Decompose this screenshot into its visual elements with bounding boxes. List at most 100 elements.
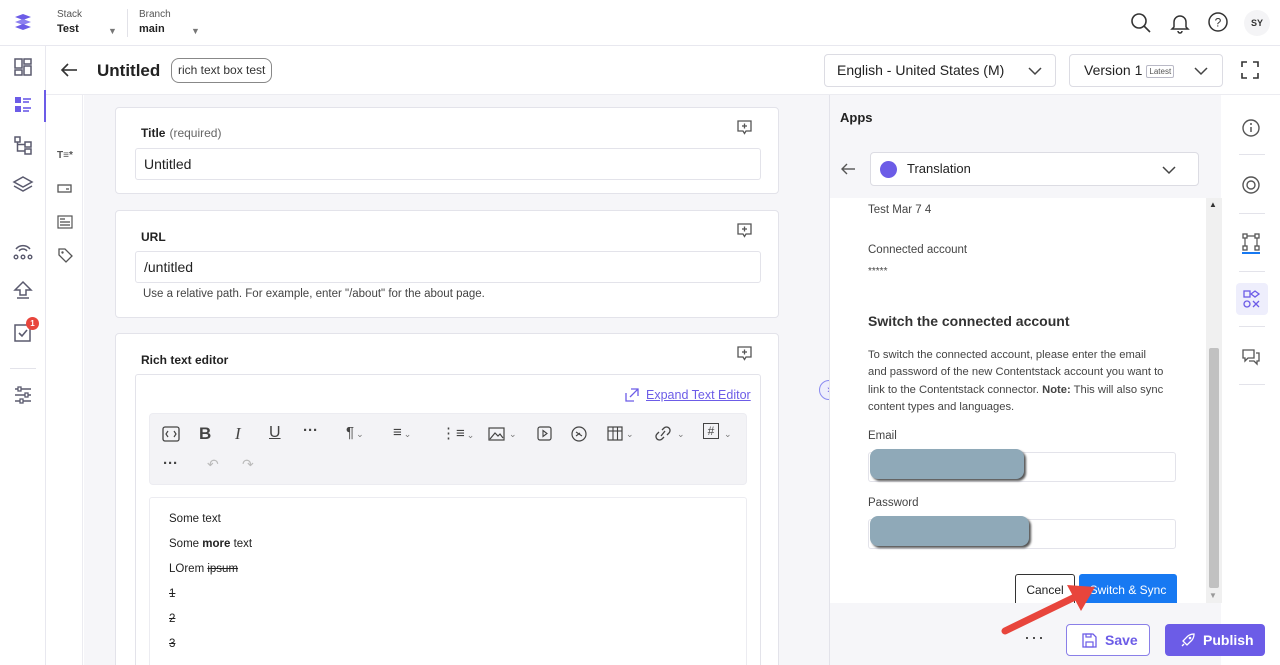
help-icon[interactable]: ? — [1207, 11, 1229, 33]
publish-button[interactable]: Publish — [1165, 624, 1265, 656]
fullscreen-icon[interactable] — [1241, 61, 1259, 79]
page-title: Untitled — [97, 61, 161, 80]
divider — [1239, 213, 1265, 214]
locale-selector[interactable]: English - United States (M) — [824, 54, 1056, 87]
table-caret-icon[interactable]: ⌄ — [624, 424, 634, 441]
info-icon[interactable] — [1241, 118, 1261, 138]
rte-field-label: Rich text editor — [141, 353, 229, 367]
chevron-down-icon — [1162, 166, 1176, 175]
table-icon[interactable] — [607, 426, 623, 441]
add-comment-icon[interactable] — [736, 345, 753, 362]
entry-editor: Title (required) Untitled URL /untitled U… — [84, 95, 829, 665]
tag-icon[interactable] — [57, 247, 73, 263]
strikethrough-text-span: ipsum — [207, 563, 239, 575]
comments-icon[interactable] — [1241, 347, 1261, 367]
align-icon[interactable]: ≡ ⌄ — [393, 424, 411, 441]
save-label: Save — [1105, 632, 1138, 648]
image-icon[interactable] — [488, 427, 505, 441]
more-options-icon[interactable]: ··· — [163, 455, 178, 472]
link-caret-icon[interactable]: ⌄ — [675, 424, 685, 441]
target-icon[interactable] — [1241, 175, 1261, 195]
version-selector[interactable]: Version 1 Latest — [1069, 54, 1223, 87]
paragraph-icon[interactable]: ¶ ⌄ — [346, 424, 364, 441]
undo-icon[interactable]: ↶ — [207, 456, 219, 473]
app-selector[interactable]: Translation — [870, 152, 1199, 186]
entries-icon[interactable] — [12, 94, 34, 116]
top-bar: Stack Test ▼ Branch main ▼ ? SY — [0, 0, 1280, 46]
add-comment-icon[interactable] — [736, 222, 753, 239]
password-input[interactable] — [868, 516, 1176, 549]
left-nav-rail: 1 — [0, 46, 46, 665]
redo-icon[interactable]: ↷ — [242, 456, 254, 473]
list-icon[interactable]: ⋮≡ ⌄ — [441, 424, 474, 442]
back-arrow-icon[interactable] — [60, 62, 78, 78]
bell-icon[interactable] — [1169, 12, 1191, 34]
underline-icon[interactable]: U — [269, 424, 281, 442]
avatar[interactable]: SY — [1244, 10, 1270, 36]
scroll-up-icon[interactable]: ▲ — [1209, 200, 1217, 209]
rocket-icon — [1181, 633, 1195, 647]
stack-selector[interactable]: Stack Test — [57, 9, 82, 35]
search-icon[interactable] — [1130, 12, 1152, 34]
content-models-icon[interactable] — [12, 134, 34, 156]
contentstack-logo[interactable] — [12, 11, 34, 33]
stack-label: Stack — [57, 9, 83, 20]
url-help-text: Use a relative path. For example, enter … — [143, 288, 485, 300]
url-input[interactable]: /untitled — [135, 251, 761, 283]
settings-sliders-icon[interactable] — [12, 384, 34, 406]
divider — [1239, 326, 1265, 327]
deploy-icon[interactable] — [12, 279, 34, 301]
entry-tag[interactable]: rich text box test — [171, 58, 273, 83]
rte-field-icon[interactable] — [57, 215, 73, 229]
latest-badge: Latest — [1146, 64, 1175, 78]
scrollbar-thumb[interactable] — [1209, 348, 1219, 588]
title-input[interactable]: Untitled — [135, 148, 761, 180]
chevron-down-icon[interactable]: ▼ — [108, 26, 117, 36]
apps-scrollbar[interactable]: ▲ ▼ — [1206, 198, 1222, 603]
app-content: Test Mar 7 4 Connected account ***** Swi… — [830, 198, 1206, 603]
apps-tab-active-bg[interactable] — [1236, 283, 1268, 315]
apps-icon — [1243, 290, 1261, 308]
text-span: text — [230, 538, 253, 550]
hashtag-icon[interactable]: # — [703, 423, 719, 439]
code-block-icon[interactable] — [162, 426, 180, 442]
rte-content-area[interactable]: Some text Some more text LOrem ipsum 1 2… — [149, 497, 747, 665]
url-field-card: URL /untitled Use a relative path. For e… — [115, 210, 779, 318]
video-icon[interactable] — [537, 426, 552, 441]
email-input[interactable] — [868, 449, 1176, 482]
editor-line: Some text — [169, 513, 221, 525]
required-note: (required) — [169, 126, 222, 140]
divider — [10, 368, 36, 369]
releases-icon[interactable] — [12, 239, 34, 261]
right-rail — [1222, 95, 1280, 665]
expand-text-editor-link[interactable]: Expand Text Editor — [646, 388, 751, 402]
italic-icon[interactable]: I — [235, 424, 241, 444]
add-comment-icon[interactable] — [736, 119, 753, 136]
divider — [127, 9, 128, 37]
bold-icon[interactable]: B — [199, 424, 211, 444]
hashtag-caret-icon[interactable]: ⌄ — [722, 424, 732, 441]
workflow-icon[interactable] — [1241, 232, 1261, 252]
version-value: Version 1 — [1084, 62, 1143, 78]
chevron-down-icon[interactable]: ▼ — [191, 26, 200, 36]
branch-selector[interactable]: Branch main — [139, 9, 171, 35]
back-arrow-icon[interactable] — [840, 162, 856, 176]
text-span: LOrem — [169, 563, 208, 575]
dashboard-icon[interactable] — [12, 56, 34, 78]
switch-account-description: To switch the connected account, please … — [868, 347, 1164, 417]
redacted-email — [870, 449, 1024, 479]
url-field-icon[interactable] — [57, 183, 73, 195]
text-field-icon[interactable]: T≡* — [57, 150, 73, 161]
image-caret-icon[interactable]: ⌄ — [507, 424, 517, 441]
stack-value: Test — [57, 23, 79, 35]
redacted-password — [870, 516, 1029, 546]
editor-line: LOrem ipsum — [169, 563, 238, 575]
expand-icon[interactable] — [625, 388, 639, 402]
more-formatting-icon[interactable]: ··· — [303, 422, 318, 439]
scroll-down-icon[interactable]: ▼ — [1209, 591, 1217, 600]
selected-app-name: Translation — [907, 161, 971, 176]
link-icon[interactable] — [654, 426, 672, 441]
embed-icon[interactable] — [571, 426, 587, 442]
editor-line: Some more text — [169, 538, 252, 550]
assets-icon[interactable] — [12, 174, 34, 196]
